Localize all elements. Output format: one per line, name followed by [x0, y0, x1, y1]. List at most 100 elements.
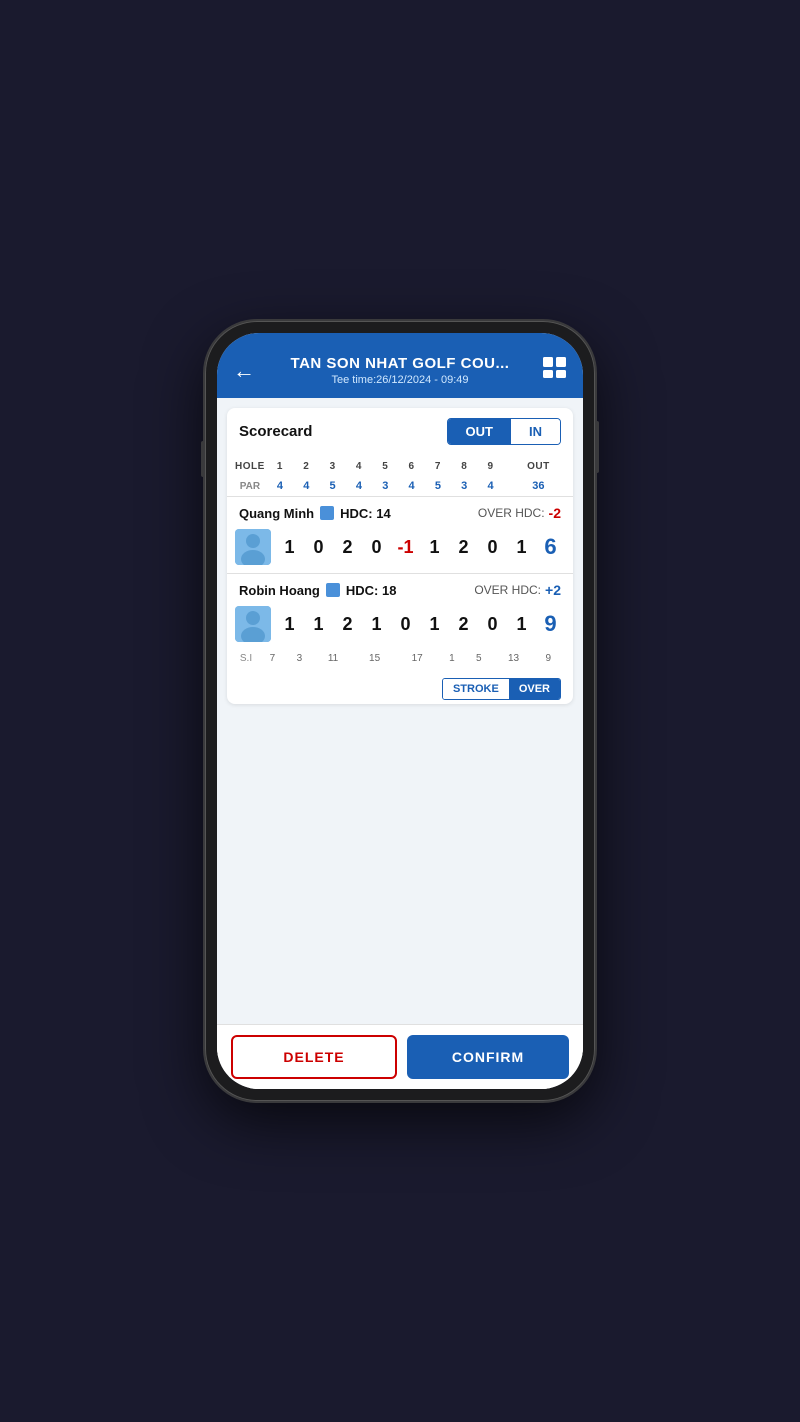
player1-scores-row: 1 0 2 0 -1 1 2 0 1 6 [227, 525, 573, 573]
tee-time: Tee time:26/12/2024 - 09:49 [263, 374, 537, 386]
p2-s3: 2 [335, 614, 361, 635]
hole-3: 3 [319, 455, 345, 476]
phone-frame: ← TAN SON NHAT GOLF COU... Tee time:26/1… [205, 321, 595, 1101]
confirm-button[interactable]: CONFIRM [407, 1035, 569, 1079]
hole-1: 1 [267, 455, 293, 476]
p1-s4: 0 [364, 537, 390, 558]
si-7: 5 [465, 650, 492, 670]
player2-scores-row: 1 1 2 1 0 1 2 0 1 9 [227, 602, 573, 650]
player1-score-cells: 1 0 2 0 -1 1 2 0 1 6 [275, 534, 565, 560]
player2-color-dot [326, 583, 340, 597]
stroke-over-toggle: STROKE OVER [442, 678, 561, 700]
player2-section: Robin Hoang HDC: 18 OVER HDC: +2 [227, 573, 573, 650]
si-6: 1 [438, 650, 465, 670]
hole-8: 8 [451, 455, 477, 476]
content-spacer [217, 704, 583, 1024]
p2-s1: 1 [277, 614, 303, 635]
si-2: 3 [286, 650, 313, 670]
player1-name: Quang Minh [239, 506, 314, 521]
power-button [595, 421, 599, 473]
player1-section: Quang Minh HDC: 14 OVER HDC: -2 [227, 496, 573, 573]
tab-in[interactable]: IN [511, 419, 560, 444]
si-label: S.I [227, 650, 259, 670]
p1-s9: 1 [509, 537, 535, 558]
toggle-section: STROKE OVER [227, 670, 573, 704]
tab-out[interactable]: OUT [448, 419, 511, 444]
si-3: 11 [313, 650, 353, 670]
bottom-buttons: DELETE CONFIRM [217, 1024, 583, 1089]
hole-label: HOLE [227, 455, 267, 476]
si-4: 15 [353, 650, 396, 670]
par-8: 3 [451, 476, 477, 496]
status-bar [217, 333, 583, 347]
hole-6: 6 [398, 455, 424, 476]
si-table: S.I 7 3 11 15 17 1 5 13 9 [227, 650, 573, 670]
par-2: 4 [293, 476, 319, 496]
hole-9: 9 [477, 455, 503, 476]
p2-s4: 1 [364, 614, 390, 635]
hole-7: 7 [425, 455, 451, 476]
back-button[interactable]: ← [233, 358, 263, 384]
player2-score-cells: 1 1 2 1 0 1 2 0 1 9 [275, 611, 565, 637]
player1-over-hdc-val: -2 [549, 505, 561, 521]
p1-s7: 2 [451, 537, 477, 558]
phone-screen: ← TAN SON NHAT GOLF COU... Tee time:26/1… [217, 333, 583, 1089]
si-1: 7 [259, 650, 286, 670]
par-1: 4 [267, 476, 293, 496]
par-4: 4 [346, 476, 372, 496]
player2-name-hdc: Robin Hoang HDC: 18 [239, 583, 396, 598]
main-content: Scorecard OUT IN HOLE 1 2 3 4 [217, 398, 583, 1089]
stroke-toggle[interactable]: STROKE [443, 679, 509, 699]
player1-color-dot [320, 506, 334, 520]
p2-s2: 1 [306, 614, 332, 635]
par-3: 5 [319, 476, 345, 496]
player2-avatar [235, 606, 271, 642]
p1-total: 6 [538, 534, 564, 560]
player2-name: Robin Hoang [239, 583, 320, 598]
over-toggle[interactable]: OVER [509, 679, 560, 699]
tab-group: OUT IN [447, 418, 561, 445]
p1-s1: 1 [277, 537, 303, 558]
p2-s9: 1 [509, 614, 535, 635]
hole-4: 4 [346, 455, 372, 476]
p2-s7: 2 [451, 614, 477, 635]
si-8: 13 [492, 650, 535, 670]
scorecard-label: Scorecard [239, 423, 312, 440]
hole-5: 5 [372, 455, 398, 476]
si-9: 9 [535, 650, 562, 670]
si-row: S.I 7 3 11 15 17 1 5 13 9 [227, 650, 573, 670]
player2-hdc: HDC: 18 [346, 583, 397, 598]
par-9: 4 [477, 476, 503, 496]
par-6: 4 [398, 476, 424, 496]
hole-row: HOLE 1 2 3 4 5 6 7 8 9 OUT [227, 455, 573, 476]
p1-s6: 1 [422, 537, 448, 558]
player2-over-hdc: OVER HDC: +2 [474, 582, 561, 598]
par-row: PAR 4 4 5 4 3 4 5 3 4 36 [227, 476, 573, 496]
course-title: TAN SON NHAT GOLF COU... [263, 355, 537, 372]
player1-info-row: Quang Minh HDC: 14 OVER HDC: -2 [227, 497, 573, 525]
player2-info-row: Robin Hoang HDC: 18 OVER HDC: +2 [227, 574, 573, 602]
player1-over-hdc: OVER HDC: -2 [478, 505, 561, 521]
scorecard-container: Scorecard OUT IN HOLE 1 2 3 4 [227, 408, 573, 704]
delete-button[interactable]: DELETE [231, 1035, 397, 1079]
hole-out: OUT [504, 455, 573, 476]
layout-icon[interactable] [537, 357, 567, 385]
score-table: HOLE 1 2 3 4 5 6 7 8 9 OUT [227, 455, 573, 496]
player1-hdc: HDC: 14 [340, 506, 391, 521]
p1-s8: 0 [480, 537, 506, 558]
si-blank [562, 650, 573, 670]
si-5: 17 [396, 650, 439, 670]
player1-name-hdc: Quang Minh HDC: 14 [239, 506, 391, 521]
player2-over-hdc-val: +2 [545, 582, 561, 598]
header-center: TAN SON NHAT GOLF COU... Tee time:26/12/… [263, 355, 537, 386]
scorecard-header: Scorecard OUT IN [227, 408, 573, 455]
p2-s5: 0 [393, 614, 419, 635]
volume-button [201, 441, 205, 477]
p2-s6: 1 [422, 614, 448, 635]
par-label: PAR [227, 476, 267, 496]
par-out-total: 36 [504, 476, 573, 496]
hole-2: 2 [293, 455, 319, 476]
par-5: 3 [372, 476, 398, 496]
p2-s8: 0 [480, 614, 506, 635]
player1-avatar [235, 529, 271, 565]
